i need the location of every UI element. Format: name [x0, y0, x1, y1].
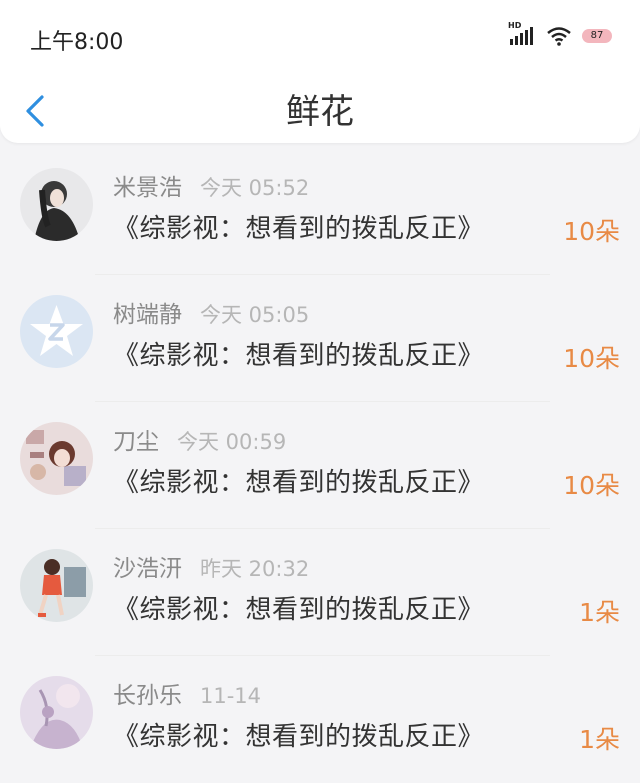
- avatar[interactable]: [20, 676, 93, 749]
- flower-count: 1朵: [579, 725, 620, 754]
- book-title: 《综影视：想看到的拨乱反正》: [113, 341, 485, 371]
- network-type-label: HD: [508, 21, 522, 30]
- flower-count: 10朵: [563, 217, 620, 246]
- signal-icon: HD: [508, 21, 536, 45]
- book-title: 《综影视：想看到的拨乱反正》: [113, 214, 485, 244]
- send-time: 昨天 20:32: [200, 557, 310, 581]
- avatar[interactable]: [20, 549, 93, 622]
- sender-name-text: 长孙乐: [113, 683, 182, 709]
- sender-name-text: 刀尘: [113, 429, 159, 455]
- sender-name: 刀尘 今天 00:59: [113, 422, 286, 456]
- sender-name: 树端静 今天 05:05: [113, 295, 309, 329]
- avatar[interactable]: [20, 168, 93, 241]
- flower-count: 10朵: [563, 471, 620, 500]
- sender-name-text: 树端静: [113, 302, 182, 328]
- wifi-icon: [547, 27, 571, 46]
- flower-list: 米景浩 今天 05:52 《综影视：想看到的拨乱反正》 10朵 树端静 今天 05:…: [0, 148, 640, 783]
- send-time: 今天 05:52: [200, 176, 310, 200]
- list-item[interactable]: 沙浩汧 昨天 20:32 《综影视：想看到的拨乱反正》 1朵: [0, 529, 640, 656]
- sender-name: 沙浩汧 昨天 20:32: [113, 549, 309, 583]
- avatar[interactable]: [20, 422, 93, 495]
- list-item[interactable]: 长孙乐 11-14 《综影视：想看到的拨乱反正》 1朵: [0, 656, 640, 783]
- send-time: 今天 05:05: [200, 303, 310, 327]
- top-bar: 上午8:00 HD 87 鲜花: [0, 0, 640, 143]
- sender-name-text: 米景浩: [113, 175, 182, 201]
- list-item[interactable]: 刀尘 今天 00:59 《综影视：想看到的拨乱反正》 10朵: [0, 402, 640, 529]
- list-item[interactable]: 米景浩 今天 05:52 《综影视：想看到的拨乱反正》 10朵: [0, 148, 640, 275]
- page-title: 鲜花: [286, 92, 354, 132]
- flower-count: 1朵: [579, 598, 620, 627]
- sender-name: 长孙乐 11-14: [113, 676, 261, 710]
- flower-count: 10朵: [563, 344, 620, 373]
- list-item[interactable]: 树端静 今天 05:05 《综影视：想看到的拨乱反正》 10朵: [0, 275, 640, 402]
- book-title: 《综影视：想看到的拨乱反正》: [113, 595, 485, 625]
- avatar[interactable]: [20, 295, 93, 368]
- battery-indicator: 87: [582, 29, 612, 43]
- book-title: 《综影视：想看到的拨乱反正》: [113, 468, 485, 498]
- send-time: 11-14: [200, 684, 262, 708]
- send-time: 今天 00:59: [177, 430, 287, 454]
- sender-name-text: 沙浩汧: [113, 556, 182, 582]
- status-icons: HD 87: [508, 21, 612, 46]
- status-time: 上午8:00: [30, 30, 124, 55]
- sender-name: 米景浩 今天 05:52: [113, 168, 309, 202]
- book-title: 《综影视：想看到的拨乱反正》: [113, 722, 485, 752]
